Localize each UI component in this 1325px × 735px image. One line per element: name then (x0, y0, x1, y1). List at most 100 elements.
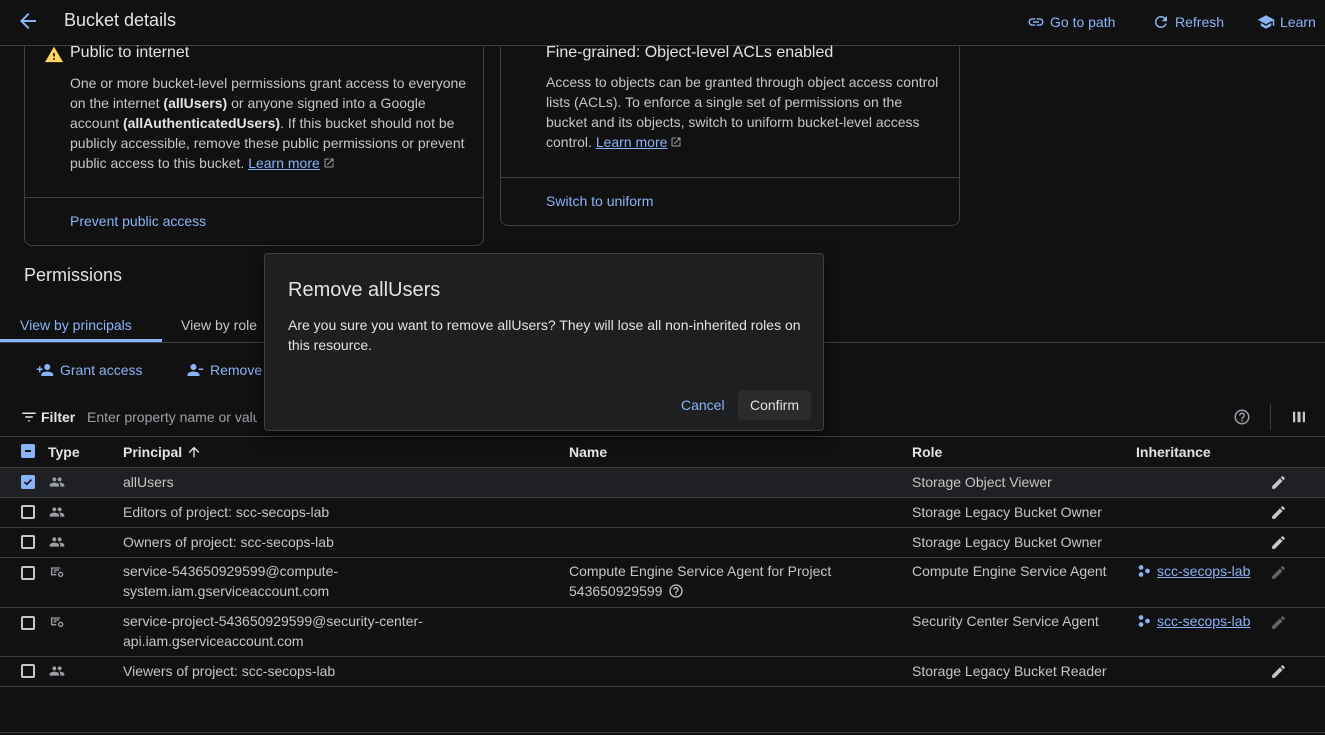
type-column-header[interactable]: Type (48, 444, 80, 460)
row-checkbox[interactable] (21, 616, 35, 630)
edit-icon[interactable] (1270, 504, 1287, 521)
switch-to-uniform-button[interactable]: Switch to uniform (546, 193, 653, 209)
scrollbar-track (0, 732, 1325, 733)
role-cell: Storage Legacy Bucket Reader (912, 663, 1107, 679)
remove-label: Remove (210, 362, 263, 378)
open-in-new-icon (323, 157, 335, 169)
page-title: Bucket details (64, 10, 177, 30)
row-checkbox[interactable] (21, 475, 35, 489)
name-column-header[interactable]: Name (569, 444, 607, 460)
service-account-icon (49, 614, 65, 630)
principal-header-label: Principal (123, 444, 183, 460)
group-icon (49, 663, 65, 679)
refresh-icon (1152, 13, 1170, 31)
public-learn-more-link[interactable]: Learn more (248, 155, 320, 171)
principal-line-2: system.iam.gserviceaccount.com (123, 583, 330, 599)
go-to-path-label: Go to path (1050, 14, 1116, 30)
principal-line-1: service-project-543650929599@security-ce… (123, 613, 423, 629)
warning-icon (44, 45, 64, 63)
edit-icon[interactable] (1270, 474, 1287, 491)
role-cell: Storage Legacy Bucket Owner (912, 534, 1102, 550)
public-access-card: Public to internet One or more bucket-le… (24, 44, 484, 246)
principal-cell: Editors of project: scc-secops-lab (123, 504, 330, 520)
edit-icon (1270, 564, 1287, 581)
confirm-button[interactable]: Confirm (738, 390, 812, 420)
acl-learn-more-link[interactable]: Learn more (596, 134, 668, 150)
name-line-2: 543650929599 (569, 583, 663, 599)
row-checkbox[interactable] (21, 664, 35, 678)
access-control-card: Fine-grained: Object-level ACLs enabled … (500, 44, 960, 226)
dialog-message: Are you sure you want to remove allUsers… (288, 317, 801, 353)
table-row[interactable]: Editors of project: scc-secops-lab Stora… (0, 498, 1325, 528)
person-add-icon (36, 361, 54, 379)
acl-title: Fine-grained: Object-level ACLs enabled (546, 44, 834, 61)
name-cell: Compute Engine Service Agent for Project… (569, 561, 831, 601)
table-row[interactable]: service-project-543650929599@security-ce… (0, 608, 1325, 657)
inheritance-column-header[interactable]: Inheritance (1136, 444, 1211, 460)
arrow-upward-icon (186, 444, 202, 460)
person-remove-icon (186, 361, 204, 379)
grant-access-button[interactable]: Grant access (36, 361, 142, 379)
school-icon (1257, 13, 1275, 31)
principal-cell: Owners of project: scc-secops-lab (123, 534, 334, 550)
filter-label: Filter (41, 409, 76, 425)
arrow-back-icon[interactable] (16, 9, 40, 33)
role-cell: Storage Object Viewer (912, 474, 1052, 490)
tab-view-by-principals[interactable]: View by principals (20, 317, 132, 333)
principal-line-1: service-543650929599@compute- (123, 563, 339, 579)
refresh-label: Refresh (1175, 14, 1225, 30)
group-icon (49, 534, 65, 550)
row-checkbox[interactable] (21, 535, 35, 549)
row-checkbox[interactable] (21, 566, 35, 580)
column-display-icon[interactable] (1290, 408, 1308, 426)
group-icon (49, 504, 65, 520)
top-bar: Bucket details Go to path Refresh Learn (0, 0, 1325, 46)
go-to-path-button[interactable]: Go to path (1027, 12, 1115, 32)
project-icon (1137, 564, 1151, 578)
role-cell: Compute Engine Service Agent (912, 563, 1107, 579)
filter-list-icon (20, 408, 38, 426)
table-row[interactable]: service-543650929599@compute- system.iam… (0, 558, 1325, 608)
select-all-checkbox[interactable] (21, 444, 35, 458)
table-row[interactable]: Viewers of project: scc-secops-lab Stora… (0, 657, 1325, 687)
open-in-new-icon (670, 136, 682, 148)
cancel-button[interactable]: Cancel (671, 390, 735, 420)
role-column-header[interactable]: Role (912, 444, 942, 460)
toolbar-divider (1270, 404, 1271, 430)
public-access-title: Public to internet (45, 44, 190, 63)
group-icon (49, 474, 65, 490)
role-cell: Security Center Service Agent (912, 613, 1099, 629)
principal-cell: Viewers of project: scc-secops-lab (123, 663, 336, 679)
edit-icon[interactable] (1270, 663, 1287, 680)
row-checkbox[interactable] (21, 505, 35, 519)
edit-icon[interactable] (1270, 534, 1287, 551)
role-cell: Storage Legacy Bucket Owner (912, 504, 1102, 520)
help-icon[interactable] (668, 583, 684, 599)
principal-cell: service-project-543650929599@security-ce… (123, 611, 423, 651)
remove-principal-dialog: Remove allUsers Are you sure you want to… (264, 253, 824, 431)
prevent-public-access-button[interactable]: Prevent public access (70, 213, 206, 229)
permissions-heading: Permissions (24, 265, 123, 285)
tab-view-by-role[interactable]: View by role (181, 317, 257, 333)
principal-line-2: api.iam.gserviceaccount.com (123, 633, 304, 649)
service-account-icon (49, 564, 65, 580)
inheritance-link[interactable]: scc-secops-lab (1137, 611, 1250, 631)
all-authenticated-users-term: (allAuthenticatedUsers) (122, 115, 281, 131)
public-access-description: One or more bucket-level permissions gra… (70, 73, 470, 173)
edit-icon (1270, 614, 1287, 631)
principal-column-header[interactable]: Principal (123, 444, 202, 460)
public-access-title-text: Public to internet (70, 44, 190, 61)
help-icon[interactable] (1233, 408, 1251, 426)
grant-access-label: Grant access (60, 362, 143, 378)
table-row[interactable]: Owners of project: scc-secops-lab Storag… (0, 528, 1325, 558)
table-row[interactable]: allUsers Storage Object Viewer (0, 468, 1325, 498)
card-divider (501, 177, 959, 178)
link-icon (1027, 13, 1045, 31)
inheritance-link[interactable]: scc-secops-lab (1137, 561, 1250, 581)
refresh-button[interactable]: Refresh (1152, 12, 1224, 32)
principal-cell: allUsers (123, 474, 174, 490)
remove-access-button[interactable]: Remove (186, 361, 262, 379)
table-header: Type Principal Name Role Inheritance (0, 436, 1325, 468)
learn-button[interactable]: Learn (1257, 12, 1316, 32)
filter-input[interactable] (87, 406, 257, 428)
